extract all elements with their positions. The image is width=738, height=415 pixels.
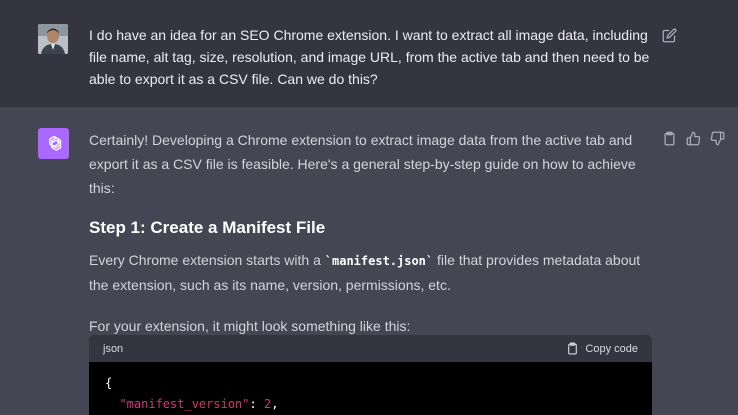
json-comma: ,	[271, 397, 279, 411]
openai-logo-icon	[38, 128, 69, 159]
thumbs-up-icon[interactable]	[685, 130, 701, 146]
user-avatar	[38, 24, 68, 54]
json-separator: :	[249, 397, 264, 411]
edit-icon[interactable]	[661, 27, 677, 43]
assistant-intro-text: Certainly! Developing a Chrome extension…	[89, 132, 636, 196]
step1-paragraph: Every Chrome extension starts with a `ma…	[89, 248, 654, 297]
user-photo	[38, 24, 68, 54]
code-line: {	[105, 376, 113, 390]
code-line: "manifest_version": 2,	[105, 394, 636, 415]
clipboard-icon[interactable]	[661, 130, 677, 146]
assistant-message-row: Certainly! Developing a Chrome extension…	[0, 107, 738, 415]
copy-code-button[interactable]: Copy code	[566, 342, 638, 355]
manifest-inline-code: `manifest.json`	[324, 254, 434, 268]
code-content: { "manifest_version": 2,	[89, 362, 652, 415]
copy-code-label: Copy code	[585, 342, 638, 355]
code-block-header: json Copy code	[89, 335, 652, 362]
user-message-text: I do have an idea for an SEO Chrome exte…	[89, 27, 650, 87]
step1-text-before: Every Chrome extension starts with a	[89, 252, 325, 268]
code-block: json Copy code { "manifest_version": 2,	[89, 335, 652, 415]
step1-heading: Step 1: Create a Manifest File	[89, 218, 326, 237]
clipboard-icon	[568, 342, 578, 355]
assistant-message-content: Certainly! Developing a Chrome extension…	[89, 128, 654, 338]
user-message-row: I do have an idea for an SEO Chrome exte…	[0, 0, 738, 107]
json-key: "manifest_version"	[119, 397, 250, 411]
thumbs-down-icon[interactable]	[709, 130, 725, 146]
code-language-label: json	[103, 342, 124, 355]
